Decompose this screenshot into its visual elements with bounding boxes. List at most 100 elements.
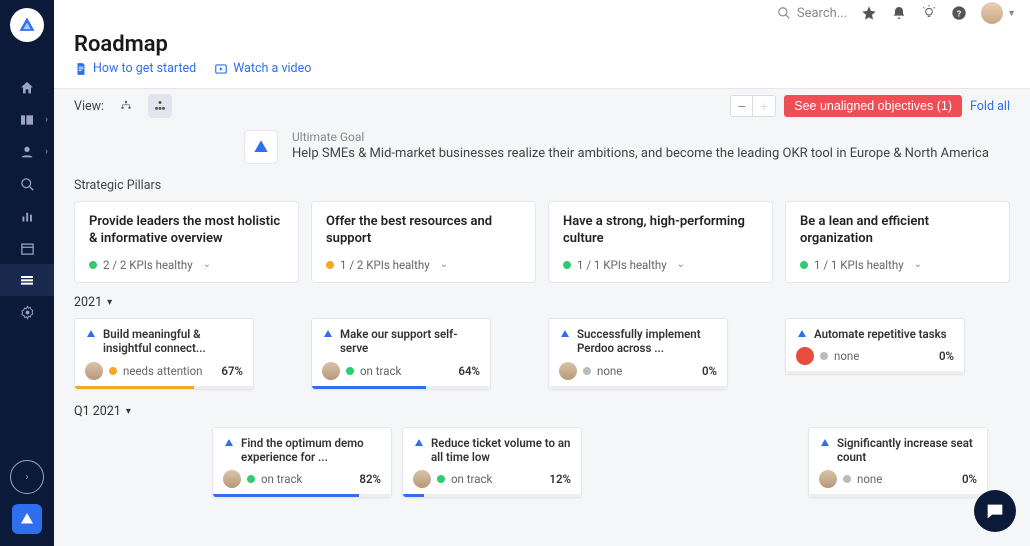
progress-pct: 0% [962, 472, 977, 486]
objective-title: Successfully implement Perdoo across ... [577, 327, 717, 356]
howto-link[interactable]: How to get started [74, 61, 196, 76]
sidebar: › › › [0, 0, 54, 546]
chevron-down-icon[interactable]: ⌄ [677, 259, 685, 270]
objective-card[interactable]: Find the optimum demo experience for ...… [212, 427, 392, 499]
topbar: Search... ? ▼ [54, 0, 1030, 26]
chevron-down-icon[interactable]: ⌄ [440, 259, 448, 270]
nav-people[interactable]: › [0, 136, 54, 168]
progress-pct: 82% [359, 472, 381, 486]
page-header: Roadmap How to get started Watch a video [54, 26, 1030, 89]
status-text: on track [360, 364, 452, 378]
progress-bar [549, 386, 727, 389]
play-icon [214, 62, 228, 76]
app-logo[interactable] [10, 8, 44, 42]
user-menu[interactable]: ▼ [981, 2, 1016, 24]
progress-bar [403, 494, 581, 497]
owner-avatar [559, 362, 577, 380]
status-dot [843, 475, 851, 483]
progress-pct: 0% [939, 349, 954, 363]
chevron-down-icon[interactable]: ⌄ [203, 259, 211, 270]
pillar-title: Offer the best resources and support [326, 214, 521, 248]
objective-card[interactable]: Make our support self-serve on track 64% [311, 318, 491, 390]
zoom-in-button[interactable]: + [753, 96, 775, 116]
document-icon [74, 62, 88, 76]
progress-pct: 0% [702, 364, 717, 378]
bell-icon[interactable] [891, 5, 907, 21]
view-tree-button[interactable] [114, 94, 138, 118]
progress-pct: 12% [549, 472, 571, 486]
owner-avatar [413, 470, 431, 488]
objective-icon [819, 437, 831, 449]
search-icon [777, 6, 791, 20]
pillar-card[interactable]: Be a lean and efficient organization 1 /… [785, 201, 1010, 283]
help-icon[interactable]: ? [951, 5, 967, 21]
pillar-title: Provide leaders the most holistic & info… [89, 214, 284, 248]
status-dot [109, 367, 117, 375]
status-text: on track [451, 472, 543, 486]
ultimate-goal: Ultimate Goal Help SMEs & Mid-market bus… [244, 130, 1010, 164]
roadmap-canvas: Ultimate Goal Help SMEs & Mid-market bus… [54, 124, 1030, 546]
video-link[interactable]: Watch a video [214, 61, 311, 76]
kpi-status: 2 / 2 KPIs healthy ⌄ [89, 258, 284, 272]
star-icon[interactable] [861, 5, 877, 21]
objective-card[interactable]: Successfully implement Perdoo across ...… [548, 318, 728, 390]
pillar-card[interactable]: Offer the best resources and support 1 /… [311, 201, 536, 283]
nav-reports[interactable] [0, 200, 54, 232]
progress-bar [213, 494, 391, 497]
owner-avatar [819, 470, 837, 488]
goal-logo-icon [244, 130, 278, 164]
fold-all-link[interactable]: Fold all [970, 99, 1010, 114]
nav-settings[interactable] [0, 296, 54, 328]
objective-icon [559, 328, 571, 340]
nav-home[interactable] [0, 72, 54, 104]
objective-card[interactable]: Significantly increase seat count none 0… [808, 427, 988, 499]
search-box[interactable]: Search... [777, 6, 847, 21]
view-org-button[interactable] [148, 94, 172, 118]
status-dot [563, 261, 571, 269]
status-text: none [597, 364, 696, 378]
status-text: none [857, 472, 956, 486]
nav-expand[interactable]: › [10, 460, 44, 494]
objective-icon [322, 328, 334, 340]
objective-card[interactable]: Automate repetitive tasks none 0% [785, 318, 965, 375]
kpi-status: 1 / 2 KPIs healthy ⌄ [326, 258, 521, 272]
status-dot [326, 261, 334, 269]
nav-search[interactable] [0, 168, 54, 200]
status-dot [437, 475, 445, 483]
pillar-card[interactable]: Provide leaders the most holistic & info… [74, 201, 299, 283]
zoom-controls: − + [730, 95, 776, 117]
status-dot [89, 261, 97, 269]
unaligned-objectives-button[interactable]: See unaligned objectives (1) [784, 95, 962, 117]
pillar-card[interactable]: Have a strong, high-performing culture 1… [548, 201, 773, 283]
nav-workspace-logo[interactable] [12, 504, 42, 534]
zoom-out-button[interactable]: − [731, 96, 753, 116]
goal-text: Help SMEs & Mid-market businesses realiz… [292, 146, 989, 161]
objective-icon [223, 437, 235, 449]
status-dot [820, 352, 828, 360]
chat-widget-button[interactable] [974, 490, 1016, 532]
progress-bar [75, 386, 253, 389]
status-text: needs attention [123, 364, 215, 378]
page-title: Roadmap [74, 32, 1010, 57]
progress-pct: 67% [221, 364, 243, 378]
status-dot [583, 367, 591, 375]
kpi-status: 1 / 1 KPIs healthy ⌄ [563, 258, 758, 272]
pillars-section-label: Strategic Pillars [74, 178, 1010, 193]
nav-maps[interactable]: › [0, 104, 54, 136]
lightbulb-icon[interactable] [921, 5, 937, 21]
nav-calendar[interactable] [0, 232, 54, 264]
period-q1[interactable]: Q1 2021 ▾ [74, 404, 1010, 419]
nav-roadmap[interactable] [0, 264, 54, 296]
owner-avatar [223, 470, 241, 488]
pillar-title: Have a strong, high-performing culture [563, 214, 758, 248]
objective-title: Automate repetitive tasks [814, 327, 947, 341]
objective-icon [85, 328, 97, 340]
toolbar: View: − + See unaligned objectives (1) F… [54, 88, 1030, 124]
objective-card[interactable]: Reduce ticket volume to an all time low … [402, 427, 582, 499]
objective-card[interactable]: Build meaningful & insightful connect...… [74, 318, 254, 390]
goal-label: Ultimate Goal [292, 130, 989, 144]
progress-bar [809, 494, 987, 497]
chevron-down-icon: ▾ [107, 297, 112, 308]
chevron-down-icon[interactable]: ⌄ [914, 259, 922, 270]
period-2021[interactable]: 2021 ▾ [74, 295, 1010, 310]
